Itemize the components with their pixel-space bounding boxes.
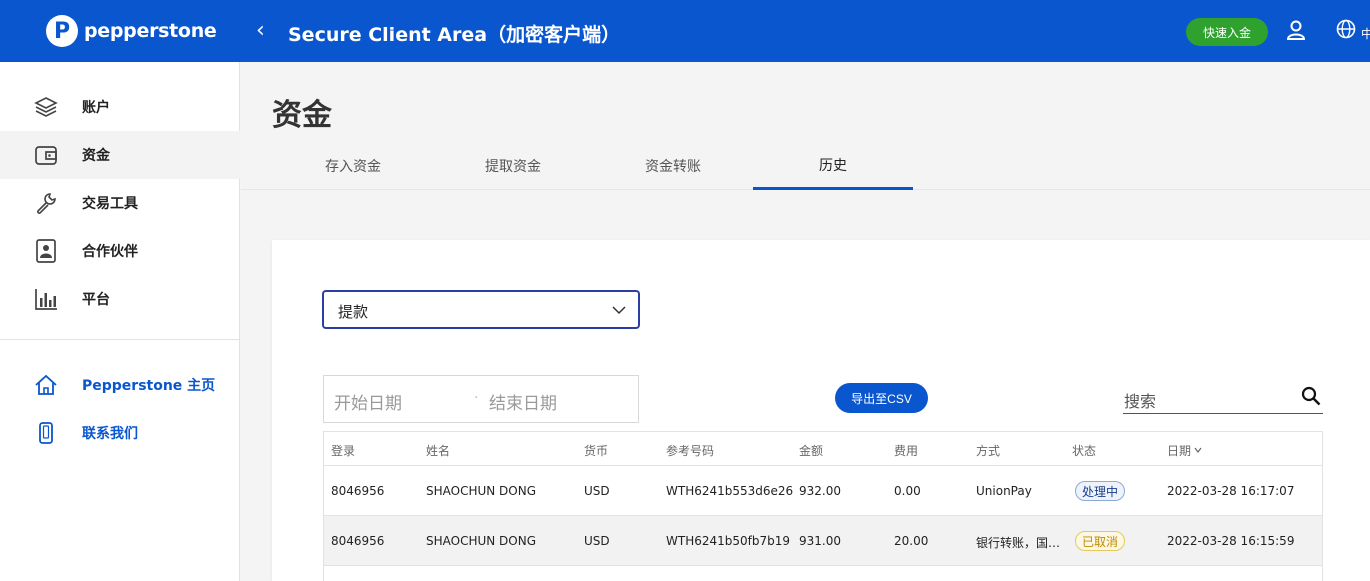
tabs-bar: 存入资金 提取资金 资金转账 历史	[241, 142, 1370, 190]
sidebar-divider	[0, 339, 240, 340]
column-header-login[interactable]: 登录	[331, 442, 355, 459]
column-header-status[interactable]: 状态	[1072, 442, 1096, 459]
tab-history[interactable]: 历史	[753, 142, 913, 190]
cell-currency: USD	[584, 484, 610, 498]
sort-down-icon	[1194, 447, 1202, 453]
cell-amount: 931.00	[799, 534, 841, 548]
cell-name: SHAOCHUN DONG	[426, 534, 537, 548]
language-label[interactable]: 中	[1361, 25, 1370, 42]
sidebar: 账户 资金 交易工具 合作伙伴 平台 Pepperstone 主页 联系我们	[0, 62, 240, 581]
search-input[interactable]: 搜索	[1124, 388, 1156, 412]
column-header-date-label: 日期	[1167, 444, 1192, 458]
top-bar: P pepperstone ‹ Secure Client Area（加密客户端…	[0, 0, 1370, 62]
tab-transfer[interactable]: 资金转账	[593, 142, 753, 190]
logo-mark: P	[46, 15, 78, 47]
end-date-input[interactable]: 结束日期	[489, 389, 557, 414]
table-row[interactable]: 8046956 SHAOCHUN DONG USD WTH6241b50fb7b…	[324, 516, 1322, 566]
search-icon[interactable]	[1301, 386, 1321, 406]
wrench-icon	[34, 191, 58, 215]
cell-date: 2022-03-28 16:17:07	[1167, 484, 1295, 498]
app-title: Secure Client Area（加密客户端）	[288, 24, 621, 46]
history-card: 提款 开始日期 · 结束日期 导出至CSV 搜索 登录 姓名 货币 参考号码 金…	[272, 240, 1370, 581]
status-badge: 已取消	[1075, 531, 1126, 551]
sidebar-item-label: 合作伙伴	[82, 244, 138, 260]
sidebar-item-partners[interactable]: 合作伙伴	[0, 227, 240, 275]
date-range-picker[interactable]: 开始日期 · 结束日期	[323, 375, 639, 423]
globe-icon[interactable]	[1336, 19, 1356, 39]
sidebar-item-trading-tools[interactable]: 交易工具	[0, 179, 240, 227]
sidebar-link-label: Pepperstone 主页	[82, 378, 216, 394]
column-header-currency[interactable]: 货币	[584, 442, 608, 459]
cell-fee: 0.00	[894, 484, 921, 498]
transaction-type-value: 提款	[338, 303, 369, 321]
cell-currency: USD	[584, 534, 610, 548]
cell-date: 2022-03-28 16:15:59	[1167, 534, 1295, 548]
column-header-reference[interactable]: 参考号码	[666, 442, 714, 459]
sidebar-item-accounts[interactable]: 账户	[0, 83, 240, 131]
sidebar-item-label: 交易工具	[82, 196, 138, 212]
cell-name: SHAOCHUN DONG	[426, 484, 537, 498]
tab-deposit[interactable]: 存入资金	[273, 142, 433, 190]
sidebar-item-platforms[interactable]: 平台	[0, 275, 240, 323]
cell-amount: 932.00	[799, 484, 841, 498]
transaction-type-select[interactable]: 提款	[323, 291, 639, 328]
date-range-separator: ·	[474, 390, 479, 406]
wallet-icon	[34, 143, 58, 167]
user-icon[interactable]	[1286, 19, 1306, 41]
column-header-name[interactable]: 姓名	[426, 442, 450, 459]
back-chevron-icon[interactable]: ‹	[256, 18, 265, 43]
status-badge: 处理中	[1075, 481, 1126, 501]
sidebar-link-home[interactable]: Pepperstone 主页	[0, 361, 240, 409]
sidebar-item-funds[interactable]: 资金	[0, 131, 240, 179]
cell-login: 8046956	[331, 534, 385, 548]
brand-name: pepperstone	[84, 20, 217, 42]
chevron-down-icon	[612, 306, 626, 315]
home-icon	[34, 373, 58, 397]
sidebar-link-label: 联系我们	[82, 426, 138, 442]
sidebar-link-contact[interactable]: 联系我们	[0, 409, 240, 457]
layers-icon	[34, 95, 58, 119]
cell-method: 银行转账，国…	[976, 536, 1061, 550]
quick-deposit-button[interactable]: 快速入金	[1186, 18, 1268, 46]
table-row[interactable]: 8046956 SHAOCHUN DONG USD WTH6241b553d6e…	[324, 466, 1322, 516]
search-field[interactable]: 搜索	[1123, 380, 1323, 414]
bar-chart-icon	[34, 287, 58, 311]
cell-reference: WTH6241b50fb7b19	[666, 534, 791, 548]
start-date-input[interactable]: 开始日期	[334, 389, 402, 414]
id-card-icon	[34, 239, 58, 263]
tab-withdraw[interactable]: 提取资金	[433, 142, 593, 190]
cell-login: 8046956	[331, 484, 385, 498]
column-header-fee[interactable]: 费用	[894, 442, 918, 459]
export-csv-button[interactable]: 导出至CSV	[835, 383, 928, 413]
sidebar-item-label: 账户	[82, 100, 110, 116]
cell-method: UnionPay	[976, 484, 1032, 498]
phone-icon	[34, 421, 58, 445]
page-title: 资金	[272, 98, 332, 133]
column-header-method[interactable]: 方式	[976, 442, 1000, 459]
cell-reference: WTH6241b553d6e26	[666, 484, 794, 498]
history-table: 登录 姓名 货币 参考号码 金额 费用 方式 状态 日期 8046956 SHA…	[323, 431, 1323, 581]
sidebar-item-label: 平台	[82, 292, 110, 308]
cell-fee: 20.00	[894, 534, 929, 548]
table-header-row: 登录 姓名 货币 参考号码 金额 费用 方式 状态 日期	[324, 432, 1322, 466]
column-header-amount[interactable]: 金额	[799, 442, 823, 459]
column-header-date[interactable]: 日期	[1167, 442, 1202, 459]
sidebar-item-label: 资金	[82, 148, 110, 164]
brand-logo[interactable]: P pepperstone	[46, 15, 217, 47]
